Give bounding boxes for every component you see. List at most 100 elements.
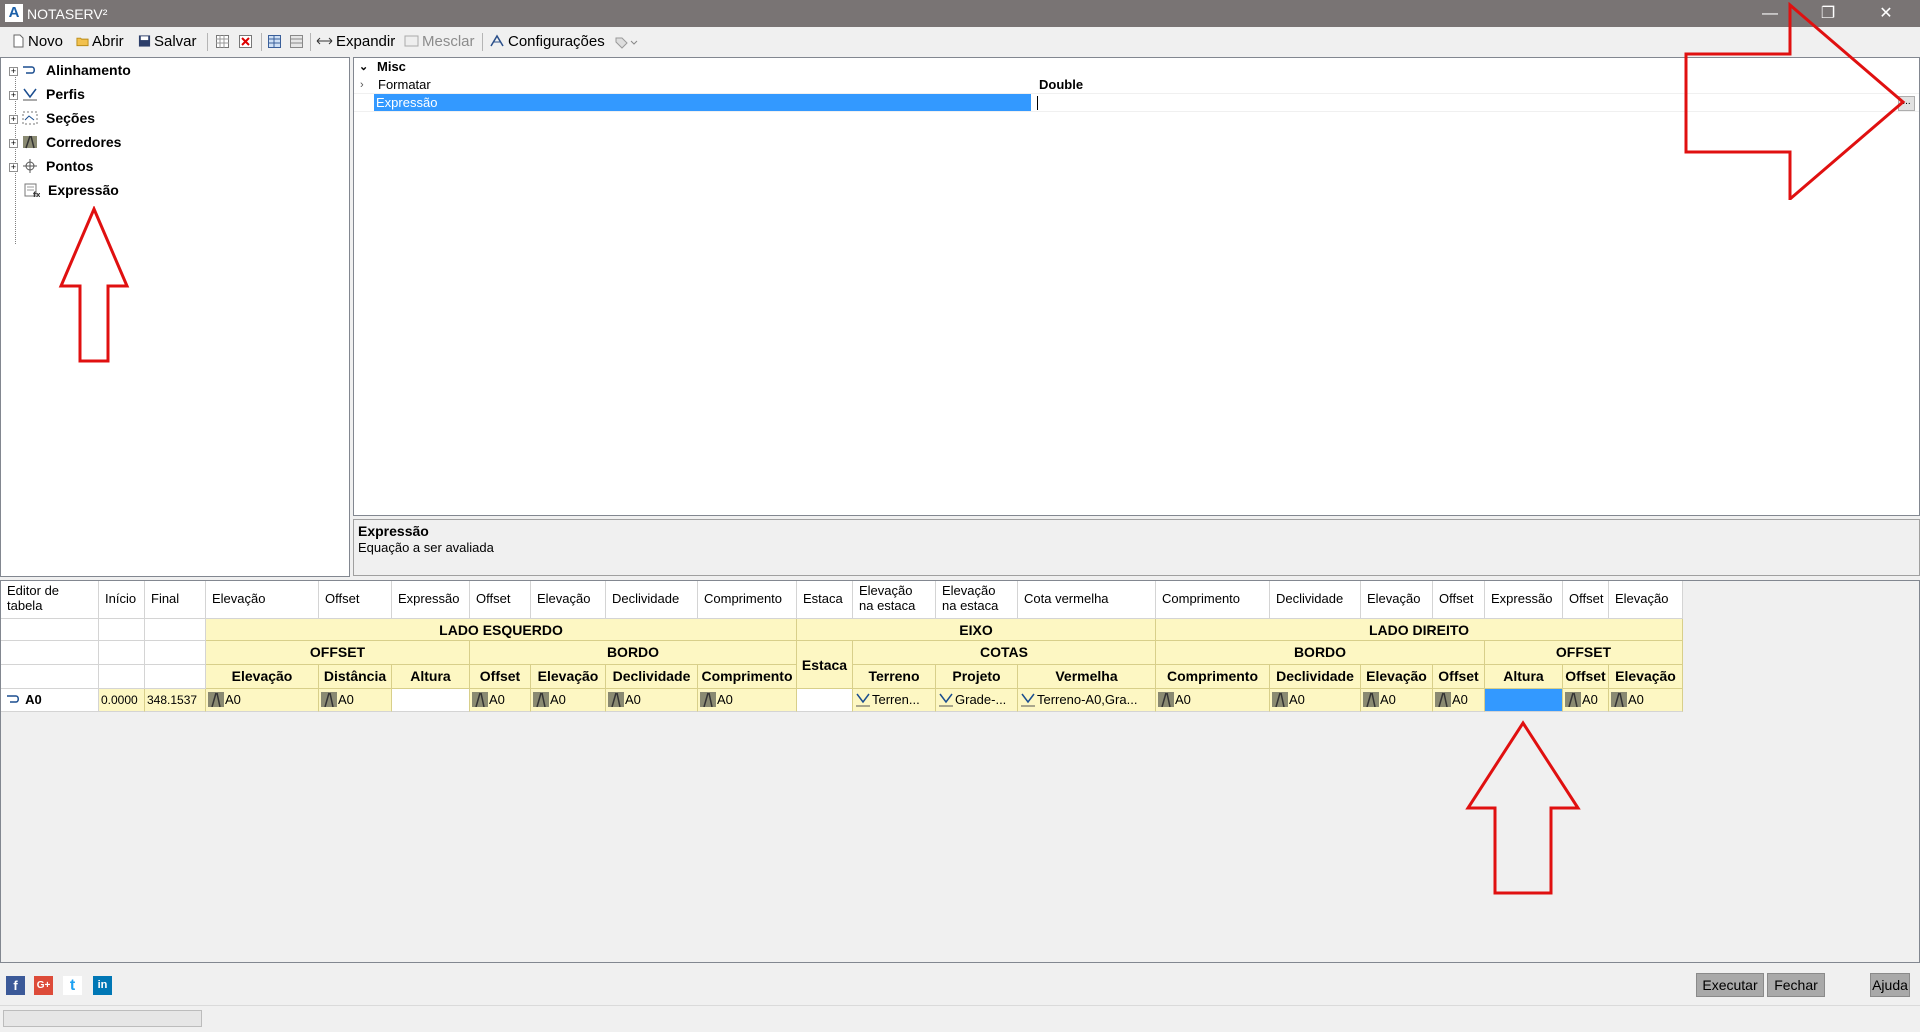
fechar-button[interactable]: Fechar bbox=[1767, 973, 1825, 997]
abrir-button[interactable]: Abrir bbox=[76, 32, 124, 52]
executar-button[interactable]: Executar bbox=[1696, 973, 1764, 997]
property-value[interactable]: Double bbox=[1037, 76, 1083, 93]
data-cell[interactable]: A0 bbox=[1609, 689, 1683, 712]
linkedin-icon[interactable]: in bbox=[93, 976, 112, 995]
help-title: Expressão bbox=[358, 523, 429, 539]
data-cell[interactable] bbox=[392, 689, 470, 712]
configuracoes-button[interactable]: Configurações bbox=[489, 32, 605, 52]
expandir-button[interactable]: Expandir bbox=[316, 32, 395, 52]
novo-button[interactable]: Novo bbox=[12, 32, 63, 52]
expand-plus-icon[interactable]: + bbox=[9, 67, 18, 76]
column-header[interactable]: Editor de tabela bbox=[1, 581, 99, 619]
data-cell[interactable]: Terren... bbox=[853, 689, 936, 712]
row-header-cell bbox=[1, 665, 99, 689]
column-header[interactable]: Elevação bbox=[1609, 581, 1683, 619]
cell-text: A0 bbox=[717, 692, 733, 707]
google-plus-icon[interactable]: G+ bbox=[34, 976, 53, 995]
data-cell[interactable]: Grade-... bbox=[936, 689, 1018, 712]
mesclar-button[interactable]: Mesclar bbox=[404, 32, 475, 52]
tree-item-perfis[interactable]: + Perfis bbox=[9, 84, 85, 104]
cell-text: A0 bbox=[338, 692, 354, 707]
subheader[interactable]: Elevação bbox=[206, 665, 319, 689]
data-cell[interactable]: A0 bbox=[1156, 689, 1270, 712]
data-cell[interactable]: A0 bbox=[531, 689, 606, 712]
column-header[interactable]: Expressão bbox=[1485, 581, 1563, 619]
column-header[interactable]: Estaca bbox=[797, 581, 853, 619]
subheader[interactable]: Projeto bbox=[936, 665, 1018, 689]
tree-item-corredores[interactable]: + Corredores bbox=[9, 132, 121, 152]
subheader[interactable]: Terreno bbox=[853, 665, 936, 689]
table-editor-grid: Editor de tabela Início Final Elevação O… bbox=[0, 580, 1920, 963]
tree-item-secoes[interactable]: + Seções bbox=[9, 108, 95, 128]
column-header[interactable]: Início bbox=[99, 581, 145, 619]
grid-icon[interactable] bbox=[216, 35, 229, 48]
delete-grid-icon[interactable] bbox=[239, 35, 252, 48]
column-header[interactable]: Cota vermelha bbox=[1018, 581, 1156, 619]
tree-item-expressao[interactable]: fx Expressão bbox=[24, 180, 119, 200]
column-header[interactable]: Elevação na estaca bbox=[936, 581, 1018, 619]
subheader[interactable]: Vermelha bbox=[1018, 665, 1156, 689]
tree-item-alinhamento[interactable]: + Alinhamento bbox=[9, 60, 131, 80]
data-cell[interactable]: A0 bbox=[1563, 689, 1609, 712]
column-header[interactable]: Offset bbox=[319, 581, 392, 619]
column-header[interactable]: Offset bbox=[470, 581, 531, 619]
column-header[interactable]: Final bbox=[145, 581, 206, 619]
expression-input[interactable] bbox=[1037, 96, 1040, 110]
ajuda-button[interactable]: Ajuda bbox=[1870, 973, 1910, 997]
subheader[interactable]: Altura bbox=[1485, 665, 1563, 689]
column-header[interactable]: Comprimento bbox=[1156, 581, 1270, 619]
table-icon[interactable] bbox=[268, 35, 281, 48]
expand-chevron-icon[interactable]: › bbox=[360, 76, 364, 94]
column-header[interactable]: Offset bbox=[1563, 581, 1609, 619]
final-cell[interactable]: 348.1537 bbox=[145, 689, 206, 712]
subheader[interactable]: Declividade bbox=[606, 665, 698, 689]
altura-selected-cell[interactable] bbox=[1485, 689, 1563, 712]
facebook-icon[interactable]: f bbox=[6, 976, 25, 995]
subheader[interactable]: Distância bbox=[319, 665, 392, 689]
subheader[interactable]: Declividade bbox=[1270, 665, 1361, 689]
data-cell[interactable]: A0 bbox=[470, 689, 531, 712]
data-cell[interactable]: A0 bbox=[1270, 689, 1361, 712]
subheader[interactable]: Offset bbox=[1433, 665, 1485, 689]
collapse-chevron-icon[interactable]: ⌄ bbox=[359, 58, 368, 76]
subheader[interactable]: Comprimento bbox=[1156, 665, 1270, 689]
mesclar-label: Mesclar bbox=[422, 33, 475, 50]
column-header[interactable]: Elevação na estaca bbox=[853, 581, 936, 619]
twitter-icon[interactable]: t bbox=[63, 976, 82, 995]
column-header[interactable]: Expressão bbox=[392, 581, 470, 619]
subheader[interactable]: Elevação bbox=[1361, 665, 1433, 689]
data-cell[interactable]: A0 bbox=[206, 689, 319, 712]
column-header[interactable]: Elevação bbox=[206, 581, 319, 619]
tag-dropdown-icon[interactable] bbox=[614, 35, 638, 49]
subheader[interactable]: Offset bbox=[1563, 665, 1609, 689]
subheader[interactable]: Offset bbox=[470, 665, 531, 689]
salvar-button[interactable]: Salvar bbox=[138, 32, 197, 52]
expand-plus-icon[interactable]: + bbox=[9, 115, 18, 124]
expand-plus-icon[interactable]: + bbox=[9, 139, 18, 148]
data-cell[interactable]: A0 bbox=[1433, 689, 1485, 712]
data-cell[interactable]: A0 bbox=[1361, 689, 1433, 712]
corridor-icon bbox=[472, 692, 488, 707]
subheader[interactable]: Elevação bbox=[531, 665, 606, 689]
table-gray-icon[interactable] bbox=[290, 35, 303, 48]
subheader[interactable]: Altura bbox=[392, 665, 470, 689]
column-header[interactable]: Comprimento bbox=[698, 581, 797, 619]
subheader[interactable]: Comprimento bbox=[698, 665, 797, 689]
expand-plus-icon[interactable]: + bbox=[9, 91, 18, 100]
data-cell[interactable]: Terreno-A0,Gra... bbox=[1018, 689, 1156, 712]
tree-item-pontos[interactable]: + Pontos bbox=[9, 156, 93, 176]
estaca-cell[interactable] bbox=[797, 689, 853, 712]
column-header[interactable]: Elevação bbox=[1361, 581, 1433, 619]
column-header[interactable]: Offset bbox=[1433, 581, 1485, 619]
subheader[interactable]: Elevação bbox=[1609, 665, 1683, 689]
table-row[interactable]: A0 bbox=[1, 689, 99, 712]
column-header[interactable]: Declividade bbox=[1270, 581, 1361, 619]
data-cell[interactable]: A0 bbox=[319, 689, 392, 712]
inicio-cell[interactable]: 0.0000 bbox=[99, 689, 145, 712]
data-cell[interactable]: A0 bbox=[698, 689, 797, 712]
column-header[interactable]: Declividade bbox=[606, 581, 698, 619]
svg-text:fx: fx bbox=[33, 191, 40, 197]
column-header[interactable]: Elevação bbox=[531, 581, 606, 619]
data-cell[interactable]: A0 bbox=[606, 689, 698, 712]
expand-plus-icon[interactable]: + bbox=[9, 163, 18, 172]
